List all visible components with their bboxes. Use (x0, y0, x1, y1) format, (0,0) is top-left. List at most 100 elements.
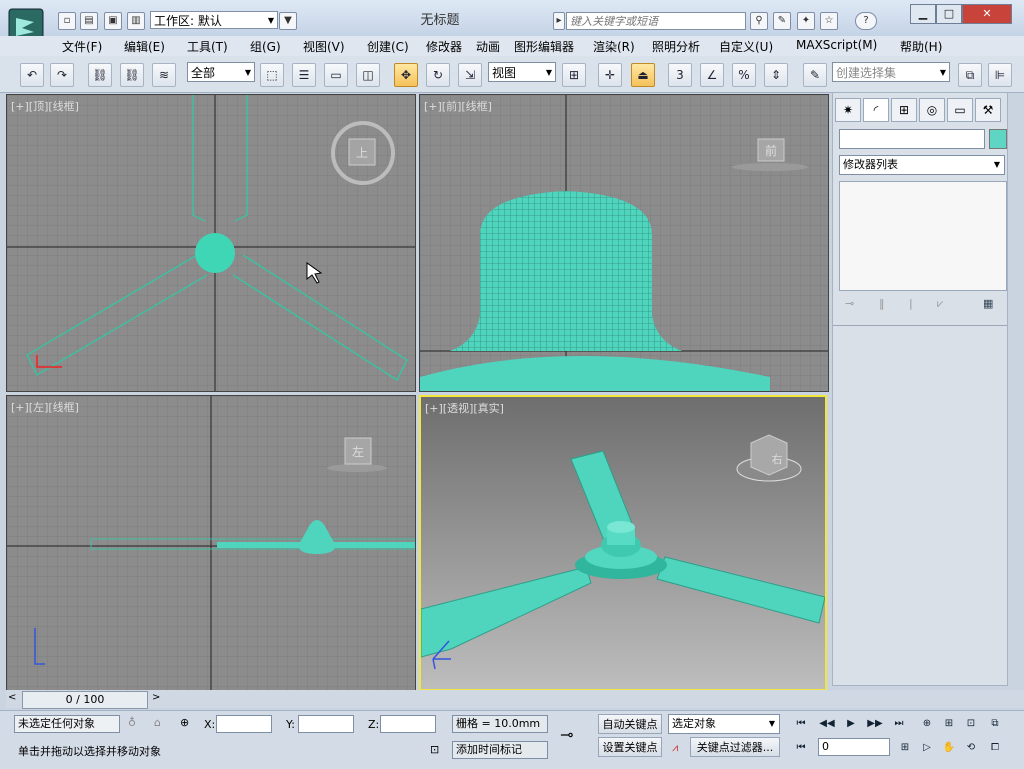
help-button[interactable]: ? (855, 12, 877, 30)
link-icon[interactable]: ⛓ (88, 63, 112, 87)
quick-access-dropdown-icon[interactable]: ▼ (279, 12, 297, 30)
add-time-tag[interactable]: 添加时间标记 (452, 741, 548, 759)
menu-tools[interactable]: 工具(T) (187, 38, 228, 55)
edit-named-selection-icon[interactable]: ✎ (803, 63, 827, 87)
object-color-swatch[interactable] (989, 129, 1007, 149)
motion-tab-icon[interactable]: ◎ (919, 98, 945, 122)
menu-help[interactable]: 帮助(H) (900, 38, 942, 55)
key-mode-toggle-icon[interactable]: ⏮ (792, 739, 810, 757)
zoom-extents-all-icon[interactable]: ⧉ (986, 715, 1004, 733)
time-slider-thumb[interactable]: 0 / 100 (22, 691, 148, 709)
project-folder-icon[interactable]: ▥ (127, 12, 145, 30)
pan-hand-icon[interactable]: ✋ (940, 739, 958, 757)
menu-edit[interactable]: 编辑(E) (124, 38, 165, 55)
modify-tab-icon[interactable]: ◜ (863, 98, 889, 122)
pivot-center-icon[interactable]: ⊞ (562, 63, 586, 87)
viewport-front-label[interactable]: [+][前][线框] (424, 98, 492, 114)
key-mode-icon[interactable]: ⊸ (560, 725, 573, 744)
time-next-icon[interactable]: > (152, 692, 160, 703)
select-and-rotate-icon[interactable]: ↻ (426, 63, 450, 87)
utilities-tab-icon[interactable]: ⚒ (975, 98, 1001, 122)
mirror-icon[interactable]: ⧉ (958, 63, 982, 87)
viewport-top[interactable]: 上 [+][顶][线框] (6, 94, 416, 392)
viewport-top-label[interactable]: [+][顶][线框] (11, 98, 79, 114)
orbit-icon[interactable]: ⟲ (962, 739, 980, 757)
pin-stack-icon[interactable]: ⊸ (845, 297, 854, 310)
window-crossing-icon[interactable]: ◫ (356, 63, 380, 87)
viewport-front[interactable]: 前 [+][前][线框] (419, 94, 829, 392)
select-and-move-icon[interactable]: ✥ (394, 63, 418, 87)
zoom-all-icon[interactable]: ⊞ (940, 715, 958, 733)
menu-customize[interactable]: 自定义(U) (719, 38, 773, 55)
snaps-toggle-icon[interactable]: 3 (668, 63, 692, 87)
time-slider[interactable]: < 0 / 100 > (6, 690, 1024, 709)
current-frame-input[interactable]: 0 (818, 738, 890, 756)
minimize-button[interactable]: ▁ (910, 4, 936, 24)
next-frame-icon[interactable]: ▶▶ (866, 715, 884, 733)
maximize-button[interactable]: □ (936, 4, 962, 24)
unlink-icon[interactable]: ⛓ (120, 63, 144, 87)
rectangular-selection-icon[interactable]: ▭ (324, 63, 348, 87)
menu-lighting-analysis[interactable]: 照明分析 (652, 38, 700, 55)
save-icon[interactable]: ▣ (104, 12, 122, 30)
absolute-mode-icon[interactable]: ⊕ (180, 716, 189, 729)
viewport-perspective-label[interactable]: [+][透视][真实] (425, 400, 504, 416)
undo-icon[interactable]: ↶ (20, 63, 44, 87)
viewport-perspective[interactable]: 右 [+][透视][真实] (419, 395, 827, 691)
menu-rendering[interactable]: 渲染(R) (593, 38, 635, 55)
menu-group[interactable]: 组(G) (250, 38, 281, 55)
open-file-icon[interactable]: ▤ (80, 12, 98, 30)
spinner-snap-icon[interactable]: ⇕ (764, 63, 788, 87)
zoom-extents-icon[interactable]: ⊡ (962, 715, 980, 733)
manipulate-icon[interactable]: ✛ (598, 63, 622, 87)
display-tab-icon[interactable]: ▭ (947, 98, 973, 122)
x-coordinate-input[interactable] (216, 715, 272, 733)
z-coordinate-input[interactable] (380, 715, 436, 733)
y-coordinate-input[interactable] (298, 715, 354, 733)
menu-modifiers[interactable]: 修改器 (426, 38, 462, 55)
modifier-list-dropdown[interactable]: 修改器列表 ▼ (839, 155, 1005, 175)
menu-graph-editors[interactable]: 图形编辑器 (514, 38, 574, 55)
favorites-star-icon[interactable]: ☆ (820, 12, 838, 30)
selected-objects-dropdown[interactable]: 选定对象 ▼ (668, 714, 780, 734)
time-config-icon[interactable]: ⊞ (896, 739, 914, 757)
field-of-view-icon[interactable]: ▷ (918, 739, 936, 757)
make-unique-icon[interactable]: | (909, 297, 913, 310)
redo-icon[interactable]: ↷ (50, 63, 74, 87)
object-name-field[interactable] (839, 129, 985, 149)
remove-modifier-icon[interactable]: ⩗ (937, 297, 943, 311)
selection-lock-icon[interactable]: ⌂ (154, 716, 161, 729)
named-selection-dropdown[interactable]: 创建选择集 ▼ (832, 62, 950, 82)
show-end-result-icon[interactable]: ‖ (879, 297, 885, 310)
align-icon[interactable]: ⊫ (988, 63, 1012, 87)
menu-maxscript[interactable]: MAXScript(M) (796, 38, 877, 52)
key-filters-button[interactable]: 关键点过滤器... (690, 737, 780, 757)
menu-file[interactable]: 文件(F) (62, 38, 102, 55)
select-object-icon[interactable]: ⬚ (260, 63, 284, 87)
set-key-button[interactable]: 设置关键点 (598, 737, 662, 757)
subscription-icon[interactable]: ✎ (773, 12, 791, 30)
percent-snap-icon[interactable]: % (732, 63, 756, 87)
configure-sets-icon[interactable]: ▦ (983, 297, 993, 310)
select-and-scale-icon[interactable]: ⇲ (458, 63, 482, 87)
close-button[interactable]: ✕ (962, 4, 1012, 24)
play-icon[interactable]: ▶ (842, 715, 860, 733)
bind-space-warp-icon[interactable]: ≋ (152, 63, 176, 87)
maximize-viewport-icon[interactable]: ⧠ (986, 739, 1004, 757)
viewport-left-label[interactable]: [+][左][线框] (11, 399, 79, 415)
zoom-icon[interactable]: ⊕ (918, 715, 936, 733)
workspace-dropdown[interactable]: 工作区: 默认 ▼ (150, 11, 278, 29)
auto-key-button[interactable]: 自动关键点 (598, 714, 662, 734)
communication-icon[interactable]: ✦ (797, 12, 815, 30)
search-expand-icon[interactable]: ▸ (553, 12, 565, 30)
search-input[interactable]: 键入关键字或短语 (566, 12, 746, 30)
menu-animation[interactable]: 动画 (476, 38, 500, 55)
select-by-name-icon[interactable]: ☰ (292, 63, 316, 87)
menu-create[interactable]: 创建(C) (367, 38, 409, 55)
time-prev-icon[interactable]: < (8, 692, 16, 703)
prev-frame-icon[interactable]: ◀◀ (818, 715, 836, 733)
create-tab-icon[interactable]: ✷ (835, 98, 861, 122)
menu-views[interactable]: 视图(V) (303, 38, 345, 55)
angle-snap-icon[interactable]: ∠ (700, 63, 724, 87)
time-tag-lock-icon[interactable]: ⊡ (430, 743, 439, 756)
